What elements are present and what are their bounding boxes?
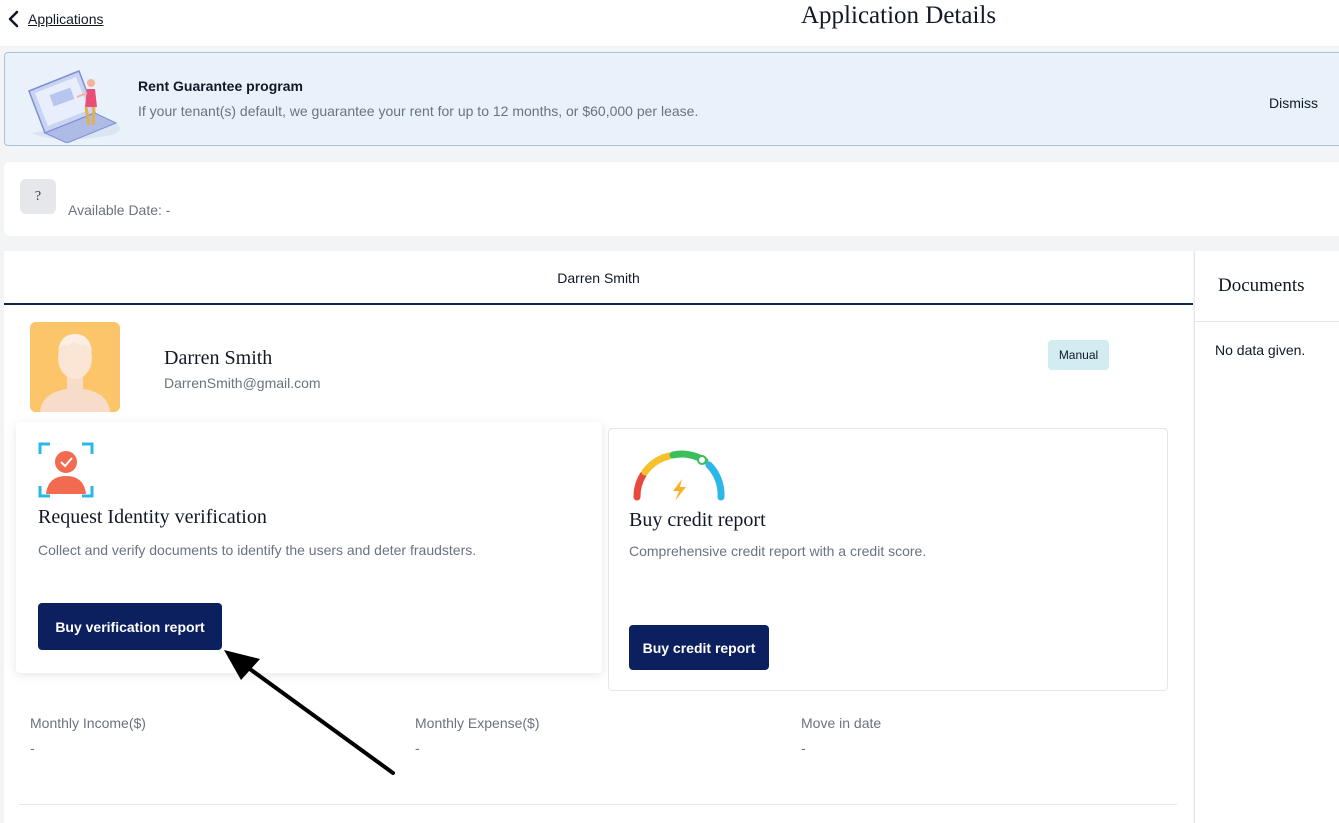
laptop-illustration-icon — [28, 70, 120, 143]
back-to-applications-link[interactable]: Applications — [6, 9, 104, 29]
availability-card: ? Available Date: - — [4, 162, 1339, 236]
documents-title: Documents — [1218, 275, 1305, 296]
avatar — [30, 322, 120, 412]
identity-card-title: Request Identity verification — [38, 506, 267, 528]
back-link-label[interactable]: Applications — [28, 11, 104, 27]
top-bar: Applications Application Details — [0, 0, 1339, 46]
credit-card-description: Comprehensive credit report with a credi… — [629, 543, 927, 559]
buy-verification-report-button[interactable]: Buy verification report — [38, 603, 222, 650]
credit-card-title: Buy credit report — [629, 509, 766, 531]
available-date-label: Available Date: - — [68, 202, 171, 218]
dismiss-button[interactable]: Dismiss — [1269, 95, 1318, 111]
page-title: Application Details — [801, 2, 997, 29]
applicant-panel: Darren Smith Darren Smith DarrenSmith@gm… — [4, 251, 1193, 823]
source-badge: Manual — [1048, 340, 1109, 370]
chevron-left-icon — [8, 10, 19, 28]
identity-card-description: Collect and verify documents to identify… — [38, 542, 477, 558]
documents-divider — [1195, 321, 1339, 322]
move-in-date-label: Move in date — [801, 715, 882, 731]
identity-verification-card: Request Identity verification Collect an… — [16, 422, 602, 673]
documents-panel: Documents No data given. — [1194, 251, 1339, 823]
buy-credit-report-button[interactable]: Buy credit report — [629, 625, 769, 670]
applicant-name: Darren Smith — [164, 347, 273, 369]
applicant-tab-bar: Darren Smith — [4, 251, 1193, 305]
property-placeholder-badge: ? — [20, 179, 56, 214]
user-silhouette-icon — [30, 322, 120, 412]
monthly-income-value: - — [30, 740, 35, 756]
tab-darren-smith[interactable]: Darren Smith — [4, 251, 1193, 305]
monthly-income-label: Monthly Income($) — [30, 715, 146, 731]
monthly-expense-value: - — [415, 740, 420, 756]
banner-title: Rent Guarantee program — [138, 78, 303, 94]
move-in-date-value: - — [801, 740, 806, 756]
credit-gauge-icon — [633, 450, 725, 501]
credit-report-card: Buy credit report Comprehensive credit r… — [608, 428, 1168, 691]
rent-guarantee-banner: Rent Guarantee program If your tenant(s)… — [4, 52, 1339, 146]
documents-empty-text: No data given. — [1215, 342, 1306, 358]
section-divider — [19, 804, 1177, 805]
identity-verification-icon — [38, 442, 94, 498]
applicant-email: DarrenSmith@gmail.com — [164, 375, 321, 391]
banner-text: If your tenant(s) default, we guarantee … — [138, 103, 699, 119]
monthly-expense-label: Monthly Expense($) — [415, 715, 540, 731]
